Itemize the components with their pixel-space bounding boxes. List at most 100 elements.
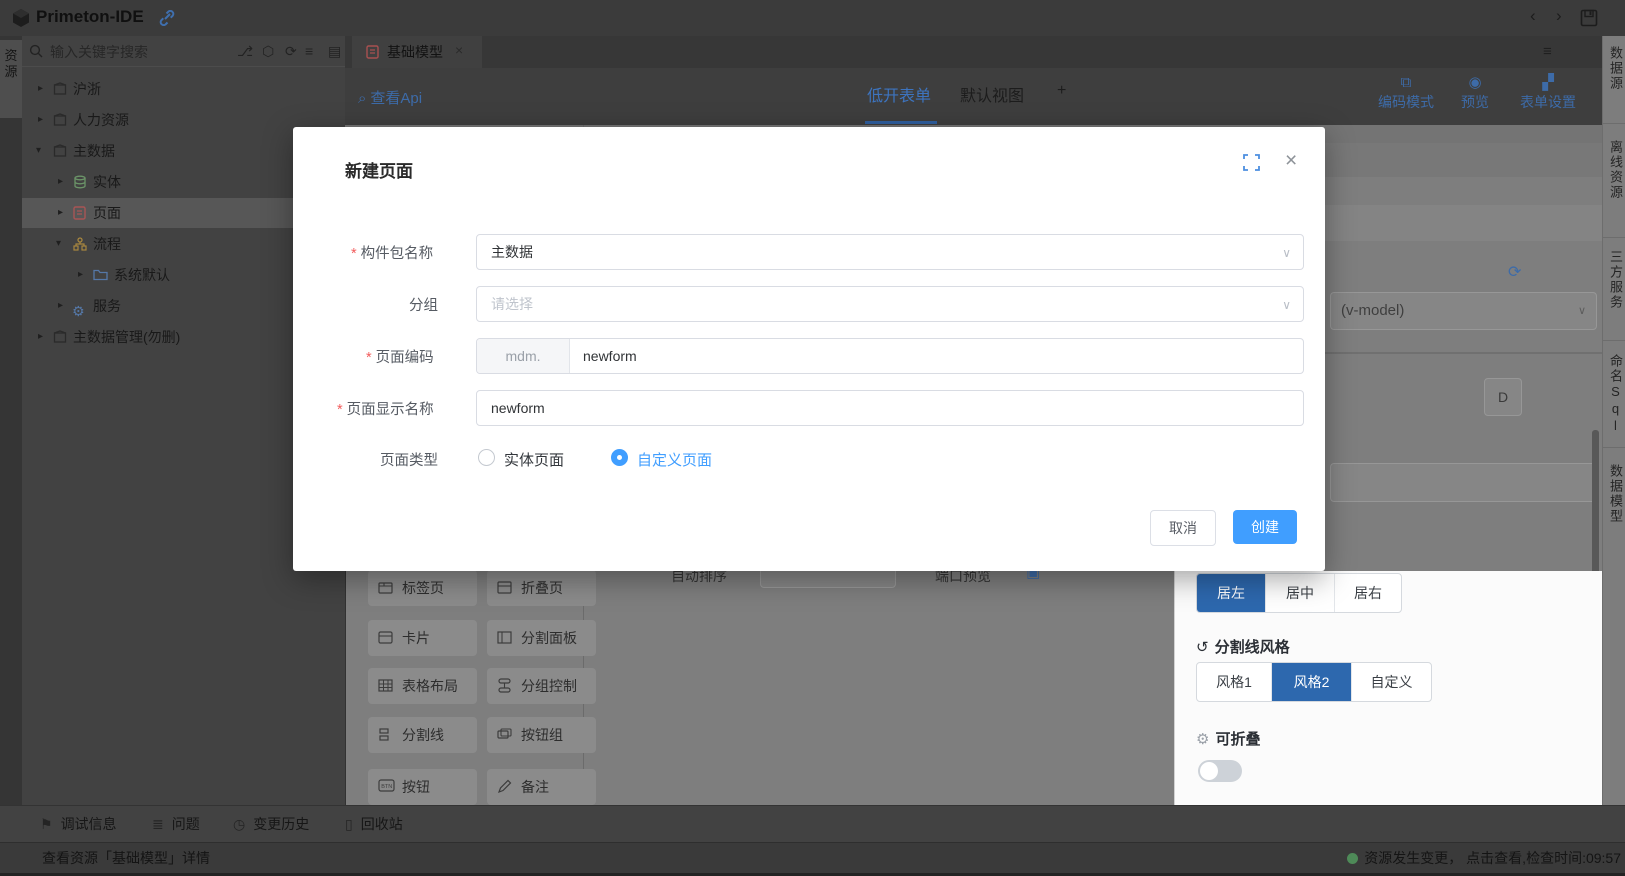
palette-item-split-panel[interactable]: 分割面板 [487, 620, 596, 656]
bg-panel-band [1325, 205, 1602, 241]
expander-icon[interactable]: ▾ [36, 136, 41, 166]
view-tab-default-view[interactable]: 默认视图 [960, 82, 1024, 106]
palette-item-collapse[interactable]: 折叠页 [487, 570, 596, 606]
radio-label-custom-page[interactable]: 自定义页面 [637, 449, 712, 470]
add-package-icon[interactable]: ⬡ [262, 43, 274, 60]
style2-button[interactable]: 风格2 [1272, 663, 1352, 701]
bg-vmodel-select[interactable]: (v-model) ∨ [1330, 292, 1597, 330]
app-title: Primeton-IDE [36, 7, 144, 27]
recycle-bin-button[interactable]: ▯回收站 [345, 814, 403, 834]
align-center-button[interactable]: 居中 [1266, 574, 1335, 612]
nav-forward-icon[interactable]: › [1556, 6, 1562, 26]
nav-back-icon[interactable]: ‹ [1530, 6, 1536, 26]
package-select[interactable]: 主数据 ∨ [476, 234, 1304, 270]
page-code-input[interactable]: mdm. newform [476, 338, 1304, 374]
entity-database-icon [73, 175, 87, 189]
tab-named-sql[interactable]: 命名Sql [1606, 354, 1623, 435]
expander-icon[interactable]: ▸ [58, 167, 63, 197]
flow-icon [73, 237, 87, 251]
debug-info-button[interactable]: ⚑调试信息 [40, 814, 117, 834]
fullscreen-icon[interactable] [1243, 154, 1260, 171]
bg-input[interactable] [1330, 463, 1597, 502]
undo-icon[interactable]: ↺ [1196, 639, 1209, 656]
view-api-link[interactable]: ⌕查看Api [358, 87, 422, 108]
grid-icon: ▞ [1508, 74, 1588, 92]
change-history-button[interactable]: ◷变更历史 [233, 814, 309, 834]
search-icon [29, 44, 43, 58]
expander-icon[interactable]: ▸ [58, 291, 63, 321]
align-right-button[interactable]: 居右 [1335, 574, 1401, 612]
link-icon[interactable] [158, 10, 176, 26]
palette-item-divider[interactable]: 分割线 [368, 717, 477, 753]
add-view-tab-button[interactable]: + [1057, 82, 1066, 100]
custom-style-button[interactable]: 自定义 [1352, 663, 1431, 701]
cancel-button[interactable]: 取消 [1150, 510, 1216, 546]
radio-label-entity-page[interactable]: 实体页面 [504, 449, 564, 470]
create-button[interactable]: 创建 [1233, 510, 1297, 544]
refresh-icon[interactable]: ⟳ [285, 43, 297, 60]
tabbar-menu-icon[interactable]: ≡ [1543, 43, 1552, 60]
field-label-page-code: 页面编码 [366, 346, 434, 367]
group-select[interactable]: 请选择 ∨ [476, 286, 1304, 322]
bottom-toolbar: ⚑调试信息 ≣问题 ◷变更历史 ▯回收站 [0, 805, 1625, 843]
close-icon[interactable]: × [1285, 149, 1297, 173]
tab-thirdparty-services[interactable]: 三方服务 [1606, 250, 1623, 310]
debug-icon: ⚑ [40, 816, 53, 832]
problems-button[interactable]: ≣问题 [152, 814, 200, 834]
expander-icon[interactable]: ▸ [58, 198, 63, 228]
package-icon [53, 82, 67, 96]
sort-icon[interactable]: ≡ [305, 43, 313, 59]
editor-tabbar: 基础模型 × ≡ [345, 36, 1602, 69]
divider-style-section-title: ↺分割线风格 [1196, 636, 1290, 657]
eye-icon: ◉ [1435, 74, 1515, 92]
sidebar-tab-resources[interactable]: 资源 [0, 40, 22, 118]
expander-icon[interactable]: ▸ [38, 105, 43, 135]
palette-item-button[interactable]: BTN按钮 [368, 769, 477, 805]
sidebar-search: 输入关键字搜索 ⎇ ⬡ ⟳ ≡ ▤ [22, 36, 345, 67]
palette-item-tabs[interactable]: 标签页 [368, 570, 477, 606]
tree-item-label: 主数据 [73, 136, 115, 166]
radio-entity-page[interactable] [478, 449, 495, 466]
editor-tab-basemodel[interactable]: 基础模型 × [352, 36, 482, 70]
bg-panel-band [1325, 143, 1602, 177]
bg-d-button[interactable]: D [1484, 378, 1522, 416]
form-settings-button[interactable]: ▞表单设置 [1508, 74, 1588, 112]
expander-icon[interactable]: ▸ [38, 322, 43, 352]
page-name-input[interactable]: newform [476, 390, 1304, 426]
tab-datasource[interactable]: 数据源 [1606, 46, 1623, 91]
close-tab-icon[interactable]: × [455, 42, 463, 58]
tree-item-huzhe[interactable]: ▸ 沪浙 [22, 74, 345, 104]
status-green-dot [1347, 853, 1358, 864]
expander-icon[interactable]: ▸ [38, 74, 43, 104]
expander-icon[interactable]: ▸ [78, 260, 83, 290]
view-tab-lowcode-form[interactable]: 低开表单 [867, 82, 931, 106]
code-mode-button[interactable]: ⧉编码模式 [1366, 74, 1446, 112]
align-left-button[interactable]: 居左 [1197, 574, 1266, 612]
page-name-value: newform [491, 391, 545, 425]
tree-item-label: 页面 [93, 198, 121, 228]
bg-refresh-icon[interactable]: ⟳ [1508, 262, 1521, 282]
dialog-title: 新建页面 [345, 157, 413, 182]
collapsible-toggle[interactable] [1198, 760, 1242, 782]
expander-icon[interactable]: ▾ [56, 229, 61, 259]
statusbar-left-text: 查看资源「基础模型」详情 [42, 848, 210, 868]
tab-data-model[interactable]: 数据模型 [1606, 464, 1623, 524]
app-titlebar: Primeton-IDE ‹ › [0, 0, 1625, 36]
preview-button[interactable]: ◉预览 [1435, 74, 1515, 112]
import-export-icon[interactable]: ▤ [328, 43, 341, 60]
palette-item-group-control[interactable]: 分组控制 [487, 668, 596, 704]
save-icon[interactable] [1580, 9, 1598, 27]
resource-change-notice[interactable]: 资源发生变更， 点击查看,检查时间:09:57 [1347, 848, 1621, 868]
page-code-value: newform [583, 339, 637, 373]
trash-icon: ▯ [345, 816, 353, 832]
radio-custom-page[interactable] [611, 449, 628, 466]
search-input[interactable]: 输入关键字搜索 [50, 42, 148, 62]
tab-offline-resources[interactable]: 离线资源 [1606, 140, 1623, 200]
style1-button[interactable]: 风格1 [1197, 663, 1272, 701]
share-icon[interactable]: ⎇ [237, 43, 253, 60]
palette-item-note[interactable]: 备注 [487, 769, 596, 805]
palette-item-card[interactable]: 卡片 [368, 620, 477, 656]
palette-item-button-group[interactable]: 按钮组 [487, 717, 596, 753]
property-panel: 居左 居中 居右 ↺分割线风格 风格1 风格2 自定义 ⚙可折叠 [1174, 571, 1603, 805]
palette-item-table-layout[interactable]: 表格布局 [368, 668, 477, 704]
